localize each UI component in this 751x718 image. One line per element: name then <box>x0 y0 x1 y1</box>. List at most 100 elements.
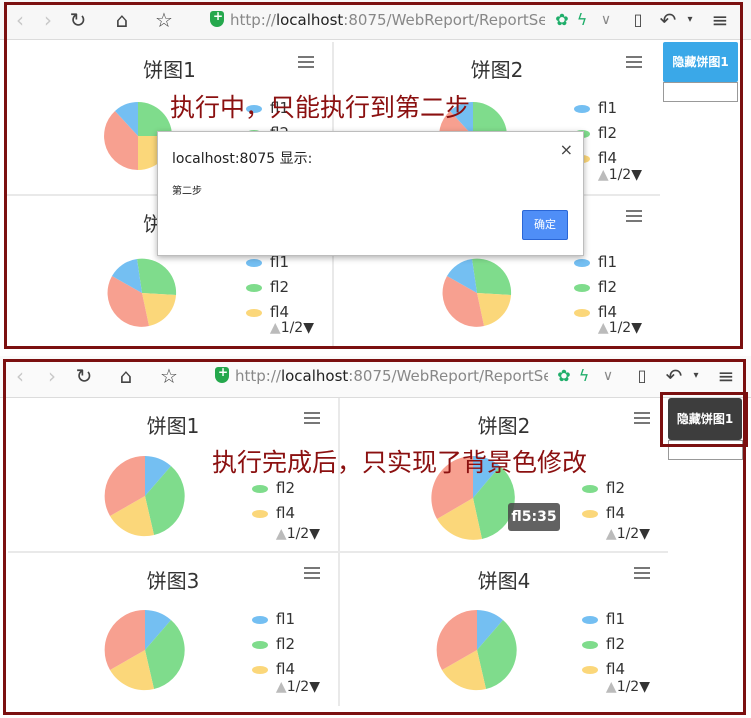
pie-plot[interactable] <box>104 609 186 691</box>
lightning-icon[interactable]: ϟ <box>572 364 596 388</box>
undo-icon[interactable]: ↶ <box>656 8 680 32</box>
chart-title: 饼图3 <box>146 569 200 593</box>
pager-up-icon: ▲ <box>605 526 617 542</box>
annotation-running: 执行中，只能执行到第二步 <box>170 93 471 122</box>
browser-window-finished: ‹ › ↻ ⌂ ☆ http://localhost:8075/WebRepor… <box>0 352 751 718</box>
pager-down-icon: ▼ <box>309 526 320 542</box>
browser-menu-icon[interactable]: ≡ <box>708 8 732 32</box>
chart-menu-icon[interactable] <box>304 567 320 579</box>
legend: fl1 fl2 fl4 <box>574 98 644 173</box>
legend-item[interactable]: fl1 <box>574 252 644 277</box>
button-result-box <box>663 82 738 102</box>
reload-icon[interactable]: ↻ <box>66 8 90 32</box>
chart-menu-icon[interactable] <box>634 412 650 424</box>
chart-title: 饼图1 <box>146 414 200 438</box>
hide-pie1-button[interactable]: 隐藏饼图1 <box>668 398 742 440</box>
pager-up-icon: ▲ <box>597 167 609 183</box>
legend-item[interactable]: fl2 <box>574 123 644 148</box>
browser-window-running: ‹ › ↻ ⌂ ☆ http://localhost:8075/WebRepor… <box>0 0 751 352</box>
pager-up-icon: ▲ <box>275 526 287 542</box>
star-icon[interactable]: ☆ <box>157 364 181 388</box>
phone-icon[interactable]: ▯ <box>630 364 654 388</box>
forward-icon[interactable]: › <box>36 8 60 32</box>
dialog-title: localhost:8075 显示: <box>172 151 313 167</box>
undo-dropdown-icon[interactable]: ▾ <box>684 364 708 388</box>
legend-pager[interactable]: ▲1/2▼ <box>276 679 320 695</box>
legend-item[interactable]: fl1 <box>582 609 652 634</box>
button-result-box <box>668 440 743 460</box>
pie-plot[interactable] <box>442 258 512 328</box>
browser-toolbar: ‹ › ↻ ⌂ ☆ http://localhost:8075/WebRepor… <box>0 0 751 40</box>
chart-menu-icon[interactable] <box>298 56 314 68</box>
legend-item[interactable]: fl2 <box>252 478 322 503</box>
back-icon[interactable]: ‹ <box>8 364 32 388</box>
chart-menu-icon[interactable] <box>626 210 642 222</box>
legend-item[interactable]: fl4 <box>582 503 652 528</box>
pager-down-icon: ▼ <box>631 167 642 183</box>
pie-plot[interactable] <box>107 258 177 328</box>
legend-item[interactable]: fl2 <box>252 634 322 659</box>
legend-item[interactable]: fl2 <box>582 478 652 503</box>
pager-up-icon: ▲ <box>597 320 609 336</box>
pie-chart-3: 饼图3 fl1 fl2 fl4 ▲1/2▼ <box>8 553 338 706</box>
pager-up-icon: ▲ <box>275 679 287 695</box>
browser-menu-icon[interactable]: ≡ <box>714 364 738 388</box>
pie-plot[interactable] <box>436 609 518 691</box>
secure-shield-icon <box>210 9 224 27</box>
legend-item[interactable]: fl1 <box>252 609 322 634</box>
legend: fl2 fl4 <box>582 478 652 528</box>
address-bar[interactable]: http://localhost:8075/WebReport/ReportSe… <box>230 9 545 31</box>
alert-dialog: localhost:8075 显示: × 第二步 确定 <box>157 131 584 256</box>
home-icon[interactable]: ⌂ <box>114 364 138 388</box>
ok-button[interactable]: 确定 <box>522 210 568 240</box>
legend-item[interactable]: fl4 <box>252 503 322 528</box>
undo-dropdown-icon[interactable]: ▾ <box>678 8 702 32</box>
chart-menu-icon[interactable] <box>304 412 320 424</box>
dropdown-chevron-icon[interactable]: ∨ <box>594 8 618 32</box>
phone-icon[interactable]: ▯ <box>626 8 650 32</box>
pager-down-icon: ▼ <box>639 526 650 542</box>
legend: fl1 fl2 fl4 <box>246 252 316 327</box>
address-bar[interactable]: http://localhost:8075/WebReport/ReportSe… <box>235 365 548 387</box>
pie-plot[interactable] <box>104 455 186 537</box>
back-icon[interactable]: ‹ <box>8 8 32 32</box>
dropdown-chevron-icon[interactable]: ∨ <box>596 364 620 388</box>
pager-down-icon: ▼ <box>639 679 650 695</box>
legend-pager[interactable]: ▲1/2▼ <box>606 526 650 542</box>
legend-item[interactable]: fl1 <box>574 98 644 123</box>
chart-menu-icon[interactable] <box>634 567 650 579</box>
legend-item[interactable]: fl2 <box>574 277 644 302</box>
legend-pager[interactable]: ▲1/2▼ <box>276 526 320 542</box>
pager-down-icon: ▼ <box>631 320 642 336</box>
legend-item[interactable]: fl2 <box>246 277 316 302</box>
secure-shield-icon <box>215 365 229 383</box>
star-icon[interactable]: ☆ <box>152 8 176 32</box>
home-icon[interactable]: ⌂ <box>110 8 134 32</box>
hide-pie1-button[interactable]: 隐藏饼图1 <box>663 42 738 82</box>
pager-down-icon: ▼ <box>309 679 320 695</box>
legend-item[interactable]: fl2 <box>582 634 652 659</box>
pager-up-icon: ▲ <box>269 320 281 336</box>
pie-chart-4: 饼图4 fl1 fl2 fl4 ▲1/2▼ <box>340 553 668 706</box>
legend-pager[interactable]: ▲1/2▼ <box>270 320 314 336</box>
browser-toolbar: ‹ › ↻ ⌂ ☆ http://localhost:8075/WebRepor… <box>0 356 751 398</box>
legend: fl2 fl4 <box>252 478 322 528</box>
chart-menu-icon[interactable] <box>626 56 642 68</box>
undo-icon[interactable]: ↶ <box>662 364 686 388</box>
legend-pager[interactable]: ▲1/2▼ <box>598 167 642 183</box>
close-icon[interactable]: × <box>560 140 573 159</box>
chart-title: 饼图4 <box>477 569 531 593</box>
dialog-message: 第二步 <box>172 186 202 197</box>
legend: fl1 fl2 fl4 <box>574 252 644 327</box>
forward-icon[interactable]: › <box>40 364 64 388</box>
legend-pager[interactable]: ▲1/2▼ <box>598 320 642 336</box>
lightning-icon[interactable]: ϟ <box>570 8 594 32</box>
legend-pager[interactable]: ▲1/2▼ <box>606 679 650 695</box>
annotation-finished: 执行完成后，只实现了背景色修改 <box>212 448 588 477</box>
reload-icon[interactable]: ↻ <box>72 364 96 388</box>
pager-down-icon: ▼ <box>303 320 314 336</box>
slice-tooltip: fl5:35 <box>508 503 560 531</box>
legend: fl1 fl2 fl4 <box>252 609 322 684</box>
chart-title: 饼图2 <box>477 414 531 438</box>
legend: fl1 fl2 fl4 <box>582 609 652 684</box>
